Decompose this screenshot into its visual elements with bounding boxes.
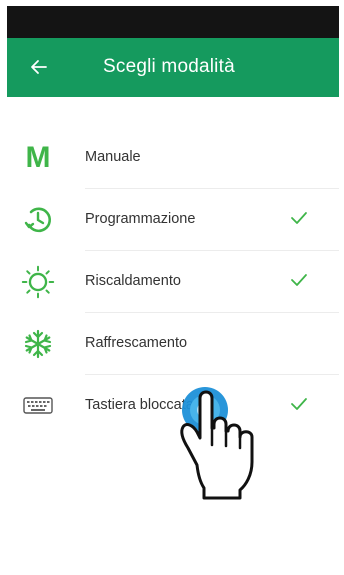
mode-item-riscaldamento[interactable]: Riscaldamento [7, 251, 339, 313]
clock-icon [21, 203, 55, 237]
mode-item-manuale[interactable]: M Manuale [7, 127, 339, 189]
phone-screen: Scegli modalità M Manuale Programmazione [7, 6, 339, 566]
mode-item-tastiera-bloccata[interactable]: Tastiera bloccata [7, 375, 339, 437]
checkmark-icon [289, 271, 309, 289]
checkmark-icon [289, 395, 309, 413]
page-title: Scegli modalità [103, 56, 235, 77]
mode-label: Riscaldamento [85, 273, 181, 289]
status-bar [7, 6, 339, 38]
checkmark-icon [289, 209, 309, 227]
mode-label: Raffrescamento [85, 335, 188, 351]
mode-item-programmazione[interactable]: Programmazione [7, 189, 339, 251]
mode-list: M Manuale Programmazione Riscaldamento R… [7, 127, 339, 437]
app-bar: Scegli modalità [7, 38, 339, 97]
snowflake-icon [21, 327, 55, 361]
keyboard-icon [21, 389, 55, 423]
arrow-left-icon[interactable] [27, 55, 51, 79]
mode-label: Tastiera bloccata [85, 397, 194, 413]
mode-label: Programmazione [85, 211, 196, 227]
mode-item-raffrescamento[interactable]: Raffrescamento [7, 313, 339, 375]
letter-m-icon: M [25, 141, 51, 174]
mode-label: Manuale [85, 149, 141, 165]
sun-icon [21, 265, 55, 299]
